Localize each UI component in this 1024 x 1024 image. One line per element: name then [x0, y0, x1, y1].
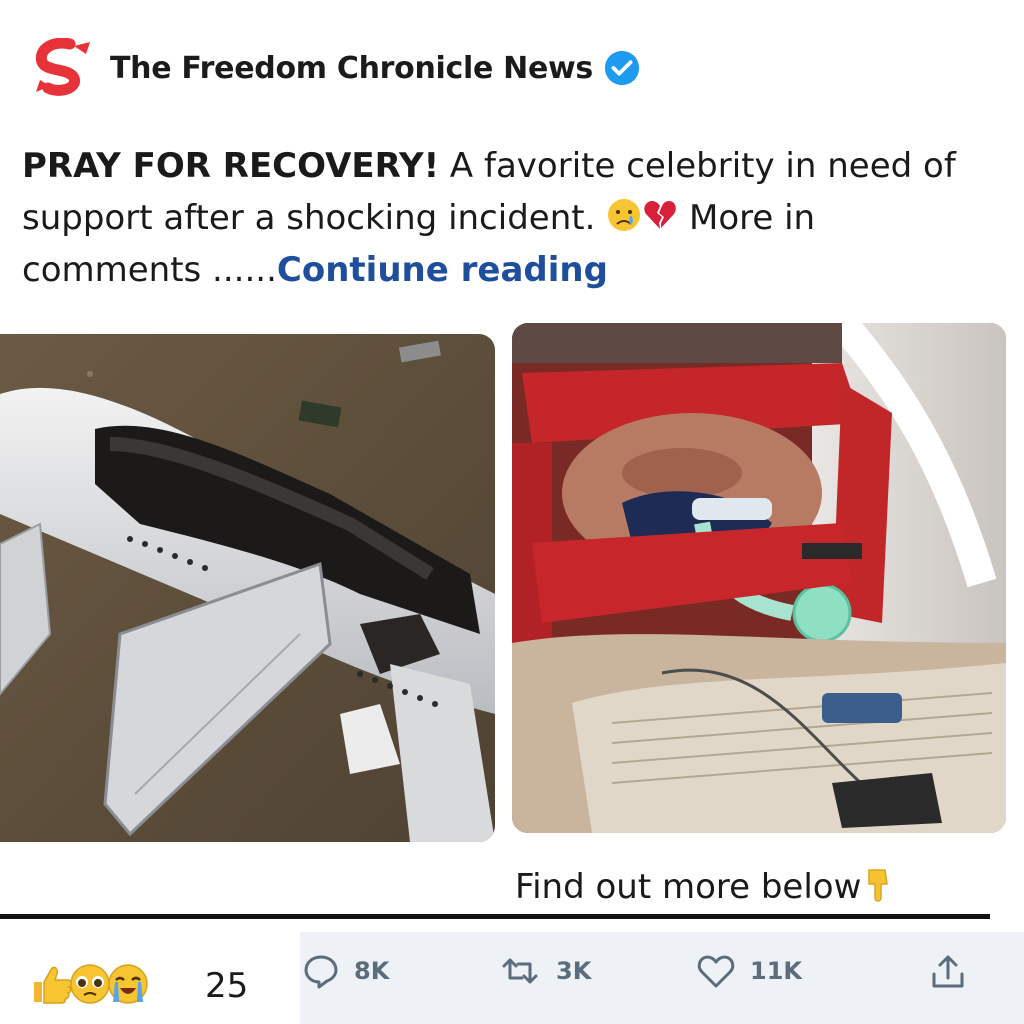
repost-count: 3K	[556, 957, 592, 985]
comment-button[interactable]: 8K	[302, 952, 389, 990]
post-headline: PRAY FOR RECOVERY!	[22, 146, 440, 186]
loudly-crying-emoji-icon	[108, 964, 148, 1004]
patient-on-ventilator-photo[interactable]	[512, 323, 1006, 833]
like-count: 11K	[750, 957, 802, 985]
find-out-more: Find out more below	[515, 866, 895, 907]
reaction-count: 25	[205, 966, 249, 1006]
divider-line	[0, 914, 990, 919]
broken-heart-emoji-icon	[644, 201, 677, 229]
red-s-logo-icon[interactable]	[30, 38, 100, 98]
like-button[interactable]: 11K	[696, 952, 802, 990]
repost-icon	[502, 958, 538, 984]
crying-face-emoji-icon	[608, 199, 641, 231]
channel-name[interactable]: The Freedom Chronicle News	[110, 51, 593, 86]
comment-icon	[304, 955, 338, 989]
pointing-down-emoji-icon	[868, 869, 889, 902]
wrecked-airplane-photo[interactable]	[0, 334, 495, 842]
verified-badge-icon	[604, 50, 640, 86]
post-footer: 25 8K 3K 11K	[0, 922, 1024, 1024]
read-more-link[interactable]: Contiune reading	[277, 250, 608, 290]
action-bar	[300, 932, 1024, 1024]
share-button[interactable]	[928, 952, 968, 992]
reactions[interactable]	[30, 962, 150, 1006]
post-text: PRAY FOR RECOVERY! A favorite celebrity …	[22, 140, 1002, 296]
comment-count: 8K	[354, 957, 390, 985]
repost-button[interactable]: 3K	[498, 952, 591, 990]
post-header: The Freedom Chronicle News	[30, 38, 641, 98]
find-more-text: Find out more below	[515, 867, 862, 907]
share-icon	[932, 955, 964, 988]
heart-icon	[697, 955, 735, 988]
